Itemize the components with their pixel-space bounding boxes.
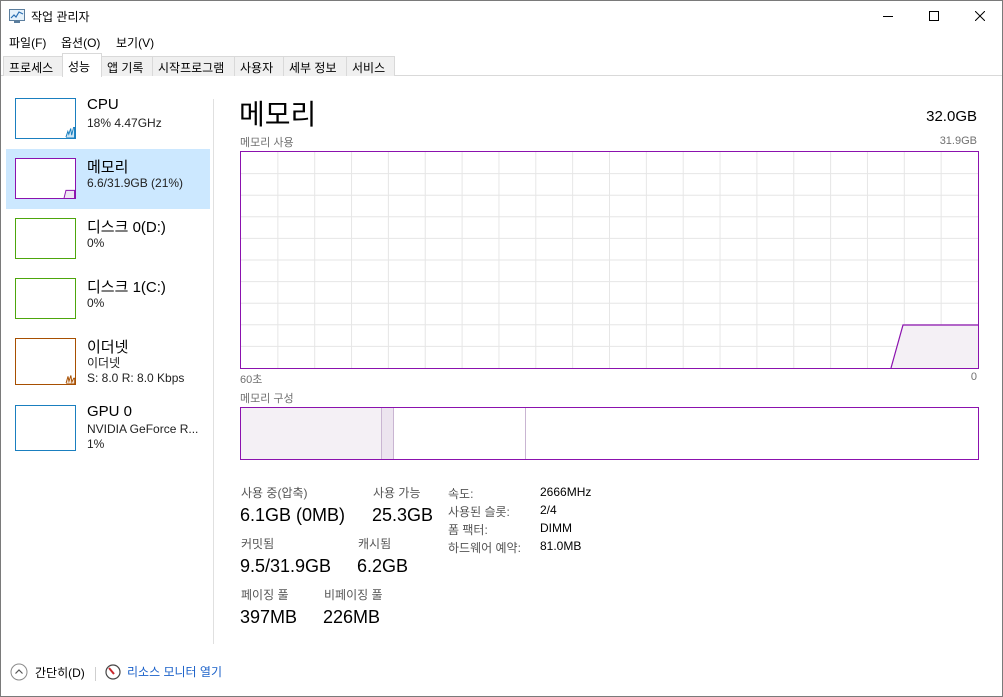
sidebar-divider [213,99,214,644]
composition-free [526,408,978,459]
maximize-icon [929,11,939,21]
minimize-icon [883,16,893,17]
resource-monitor-icon [105,663,121,680]
disk0-mini-graph [15,218,76,259]
cpu-mini-graph [15,98,76,139]
in-use-label: 사용 중(압축) [241,486,308,500]
disk1-mini-graph [15,278,76,319]
spec-form-factor-label: 폼 팩터: [448,523,488,537]
axis-right-label: 0 [970,371,977,383]
composition-modified [382,408,394,459]
ethernet-mini-graph [15,338,76,385]
memory-mini-graph [15,158,76,199]
sidebar-item-ethernet[interactable]: 이더넷 이더넷 S: 8.0 R: 8.0 Kbps [6,329,210,393]
cached-label: 캐시됨 [358,537,392,551]
tab-processes[interactable]: 프로세스 [3,56,63,76]
minimize-button[interactable] [865,1,911,31]
sidebar-item-disk-1[interactable]: 디스크 1(C:) 0% [6,269,210,329]
sidebar-item-name: 메모리 [87,159,129,176]
spec-slots-label: 사용된 슬롯: [448,505,510,519]
graph-grid [241,152,978,368]
sidebar-item-detail: 이더넷 [87,356,121,370]
fewer-details-button[interactable]: 간단히(D) [10,663,85,681]
fewer-details-label: 간단히(D) [35,665,85,680]
open-resource-monitor-link[interactable]: 리소스 모니터 열기 [105,663,222,680]
committed-value: 9.5/31.9GB [240,556,332,576]
committed-label: 커밋됨 [241,537,275,551]
paged-pool-label: 페이징 풀 [241,588,289,602]
footer-divider [95,667,96,681]
available-value: 25.3GB [372,505,434,525]
spec-reserved-label: 하드웨어 예약: [448,541,521,555]
memory-usage-max: 31.9GB [939,135,977,147]
memory-usage-label: 메모리 사용 [240,137,294,149]
sidebar-item-name: 디스크 1(C:) [87,279,166,296]
menu-options[interactable]: 옵션(O) [61,34,100,51]
composition-in-use [241,408,382,459]
spec-slots-value: 2/4 [540,503,557,517]
sidebar-item-usage: 1% [87,437,105,451]
nonpaged-pool-label: 비페이징 풀 [324,588,383,602]
sidebar-item-detail: 18% 4.47GHz [87,116,162,130]
sidebar-item-name: 디스크 0(D:) [87,219,166,236]
tab-services[interactable]: 서비스 [346,56,395,76]
composition-standby [394,408,526,459]
nonpaged-pool-value: 226MB [323,607,381,627]
memory-usage-graph [240,151,979,369]
sidebar-item-detail: 6.6/31.9GB (21%) [87,176,184,190]
sidebar-item-detail: 0% [87,236,105,250]
tab-users[interactable]: 사용자 [234,56,284,76]
tab-details[interactable]: 세부 정보 [283,56,347,76]
axis-left-label: 60초 [240,374,263,386]
paged-pool-value: 397MB [240,607,298,627]
spec-form-factor-value: DIMM [540,521,572,535]
gpu-mini-graph [15,405,76,451]
cached-value: 6.2GB [357,556,409,576]
close-icon [975,11,985,21]
chevron-up-circle-icon [10,663,28,681]
sidebar-item-name: GPU 0 [87,403,133,420]
tab-performance[interactable]: 성능 [62,53,102,77]
sidebar-item-detail: NVIDIA GeForce R... [87,422,199,436]
menu-bar: 파일(F) 옵션(O) 보기(V) [1,31,1002,52]
in-use-value: 6.1GB (0MB) [240,505,346,525]
resource-monitor-label: 리소스 모니터 열기 [127,665,222,679]
spec-speed-value: 2666MHz [540,485,592,499]
title-bar[interactable]: 작업 관리자 [1,1,1002,31]
spec-speed-label: 속도: [448,487,474,501]
maximize-button[interactable] [911,1,957,31]
tab-startup[interactable]: 시작프로그램 [152,56,235,76]
sidebar-item-disk-0[interactable]: 디스크 0(D:) 0% [6,209,210,269]
window-title: 작업 관리자 [31,10,90,24]
memory-composition-bar [240,407,979,460]
page-title: 메모리 [239,99,317,130]
sidebar-item-throughput: S: 8.0 R: 8.0 Kbps [87,371,185,385]
task-manager-app-icon [9,9,25,23]
close-button[interactable] [957,1,1003,31]
menu-file[interactable]: 파일(F) [9,34,46,51]
task-manager-window: 작업 관리자 파일(F) 옵션(O) 보기(V) 프로세스 성능 앱 기록 시작… [0,0,1003,697]
spec-reserved-value: 81.0MB [540,539,582,553]
footer-bar: 간단히(D) 리소스 모니터 열기 [1,655,1002,690]
memory-composition-label: 메모리 구성 [240,393,294,405]
sidebar-item-gpu[interactable]: GPU 0 NVIDIA GeForce R... 1% [6,397,210,457]
sidebar-item-cpu[interactable]: CPU 18% 4.47GHz [6,89,210,149]
menu-view[interactable]: 보기(V) [116,34,154,51]
memory-usage-area [891,325,978,368]
tab-bar: 프로세스 성능 앱 기록 시작프로그램 사용자 세부 정보 서비스 [1,53,1002,77]
available-label: 사용 가능 [373,486,421,500]
sidebar-item-detail: 0% [87,296,105,310]
sidebar-item-memory[interactable]: 메모리 6.6/31.9GB (21%) [6,149,210,209]
sidebar-item-name: CPU [87,96,119,113]
total-memory: 32.0GB [926,108,977,125]
tab-app-history[interactable]: 앱 기록 [101,56,153,76]
